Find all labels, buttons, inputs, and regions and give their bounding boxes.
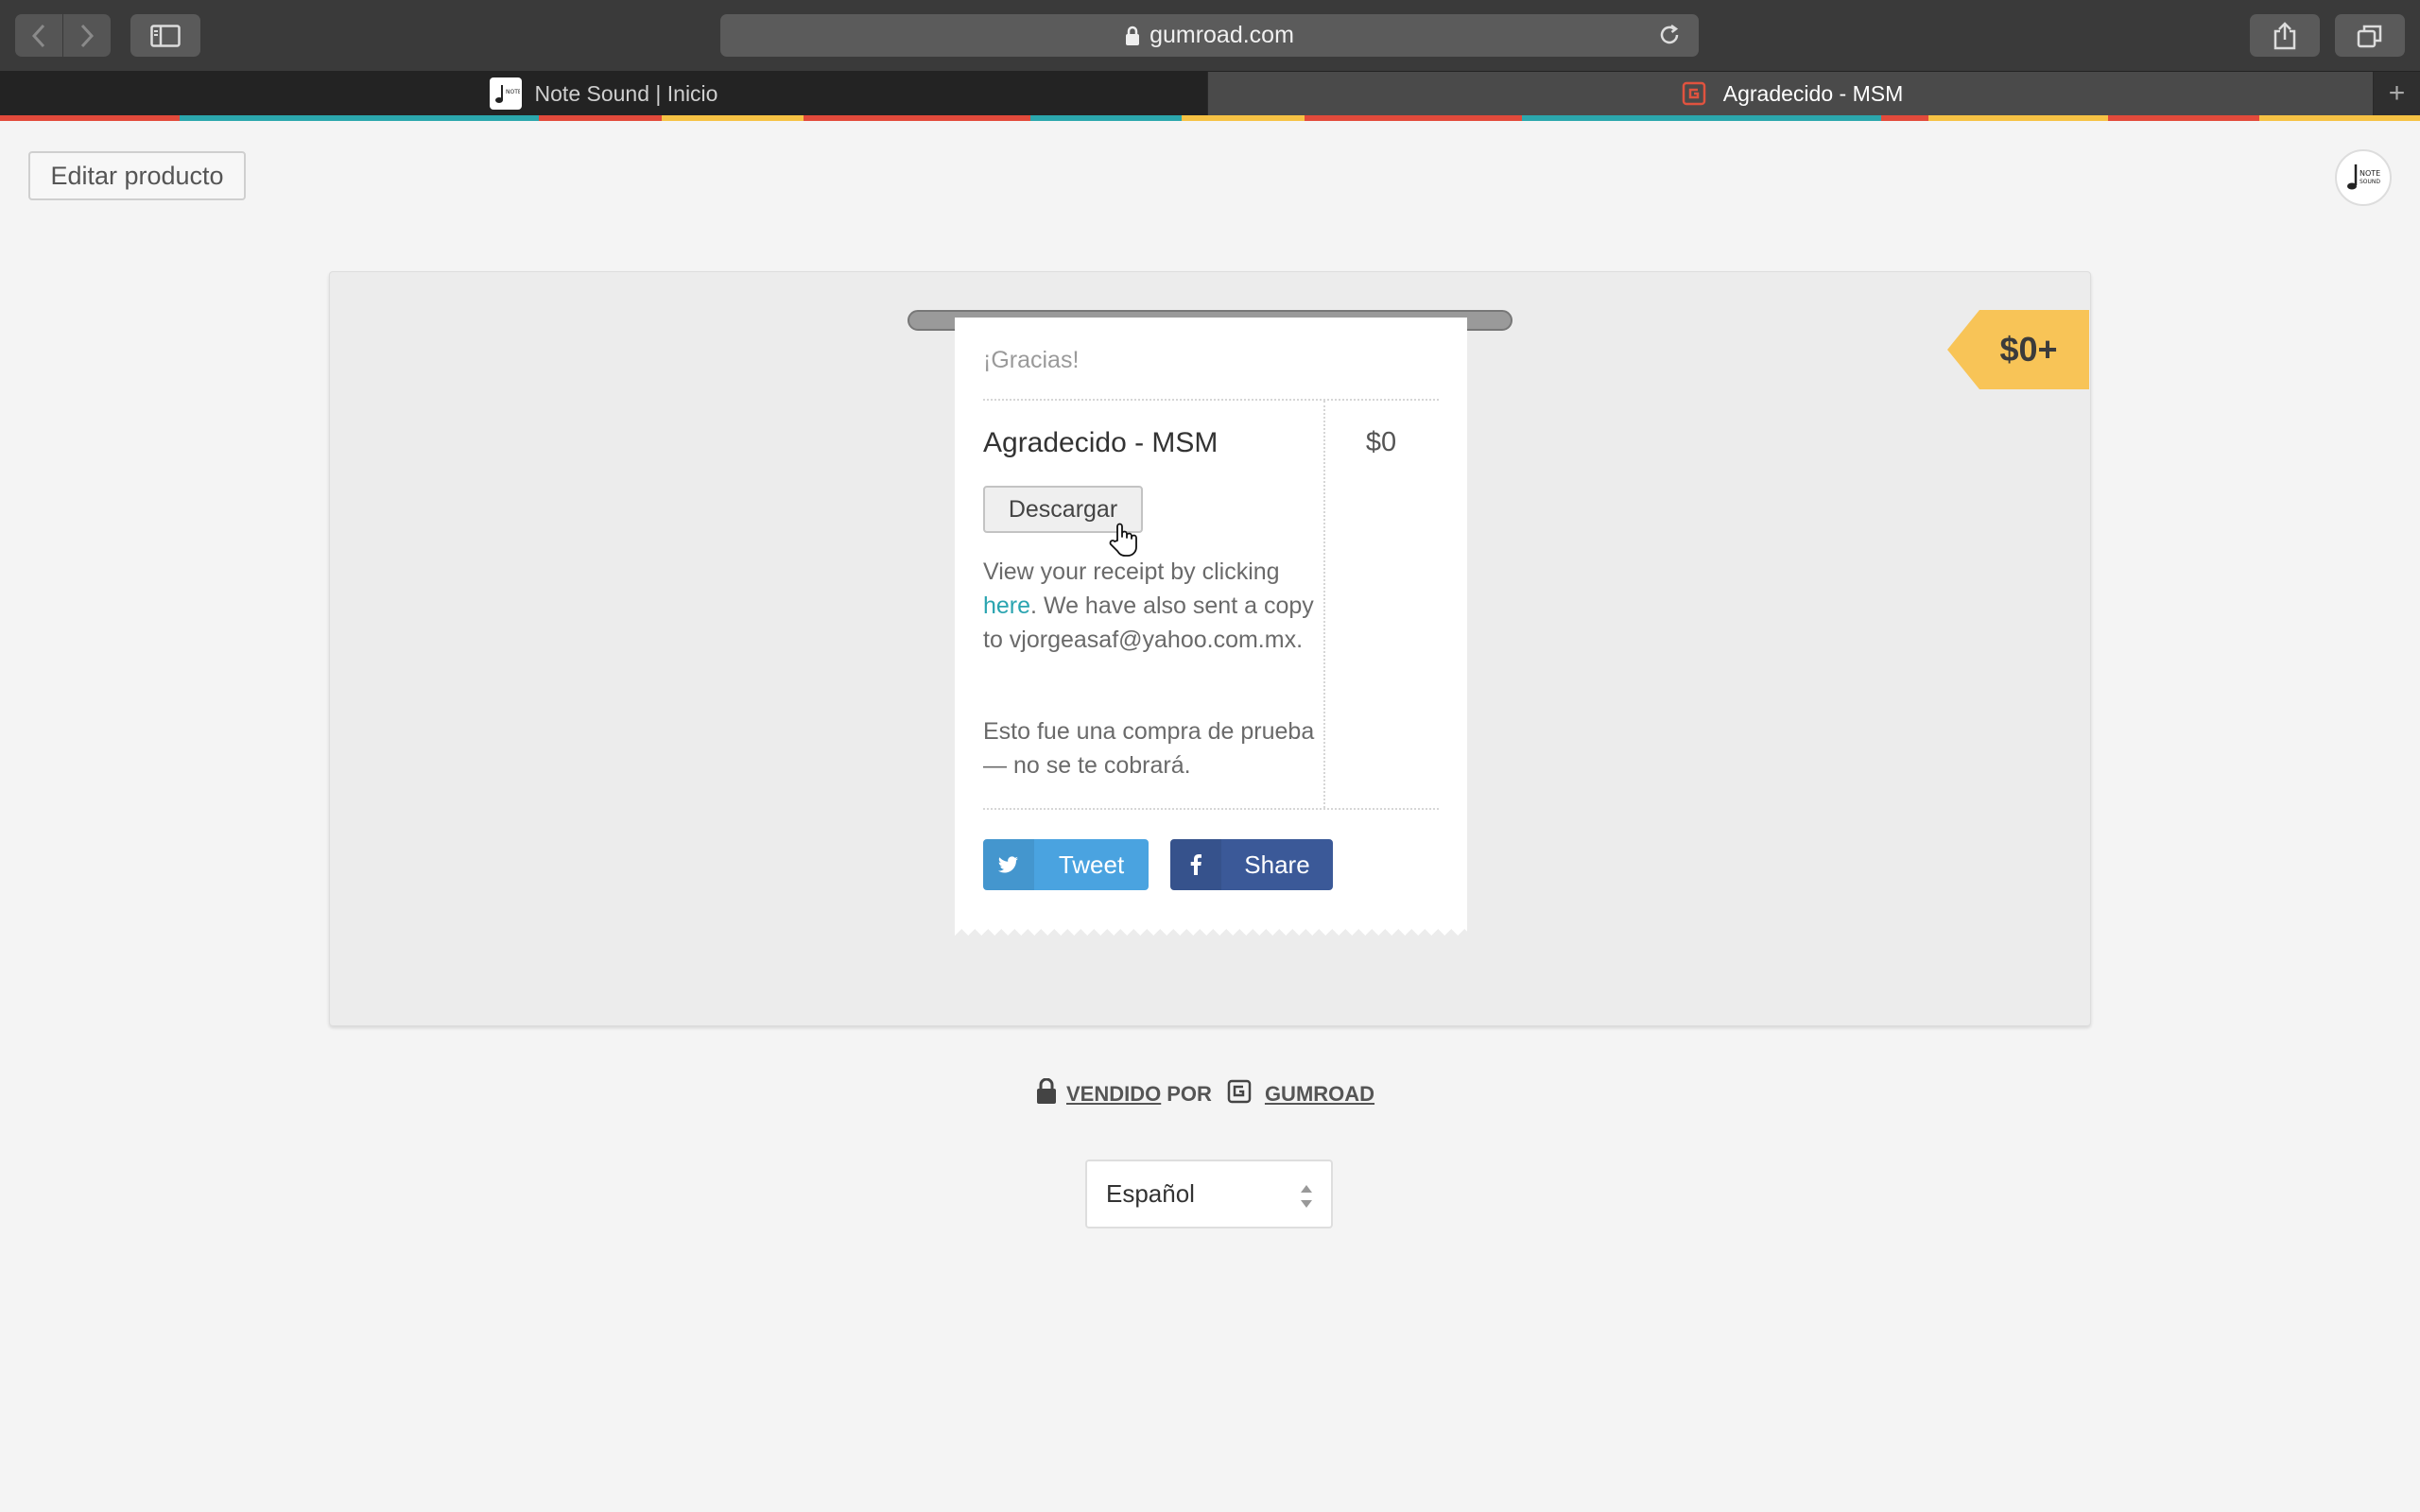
thanks-heading: ¡Gracias! xyxy=(983,347,1080,373)
svg-text:NOTE: NOTE xyxy=(506,89,520,95)
test-purchase-note: Esto fue una compra de prueba — no se te… xyxy=(983,718,1315,779)
divider xyxy=(983,399,1439,401)
svg-text:NOTE: NOTE xyxy=(2360,169,2380,178)
share-icon xyxy=(2273,21,2296,49)
tab-label: Agradecido - MSM xyxy=(1722,80,1904,106)
twitter-icon xyxy=(983,839,1034,890)
facebook-share-button[interactable]: Share xyxy=(1170,839,1333,890)
tab-agradecido[interactable]: Agradecido - MSM xyxy=(1208,72,2373,115)
tab-note-sound[interactable]: NOTE Note Sound | Inicio xyxy=(0,72,1207,115)
language-value: Español xyxy=(1106,1179,1195,1208)
tab-label: Note Sound | Inicio xyxy=(534,80,718,106)
sold-link[interactable]: VENDIDO xyxy=(1066,1082,1161,1107)
back-button[interactable] xyxy=(15,14,62,57)
svg-text:SOUND: SOUND xyxy=(2360,179,2380,185)
divider xyxy=(1323,401,1325,808)
sold-by-gumroad: VENDIDO POR GUMROAD xyxy=(1036,1077,1374,1110)
product-price: $0 xyxy=(1365,427,1397,457)
lock-icon xyxy=(1125,26,1140,46)
note-sound-favicon-icon: NOTE xyxy=(489,77,522,110)
tab-overview-button[interactable] xyxy=(2335,14,2405,57)
tweet-button[interactable]: Tweet xyxy=(983,839,1149,890)
tweet-label: Tweet xyxy=(1058,850,1125,879)
sidebar-icon xyxy=(150,24,181,47)
tab-bar: NOTE Note Sound | Inicio Agradecido - MS… xyxy=(0,72,2420,115)
product-name: Agradecido - MSM xyxy=(983,427,1219,458)
creator-avatar[interactable]: NOTE SOUND xyxy=(2335,149,2392,206)
receipt-torn-edge xyxy=(955,922,1467,936)
share-label: Share xyxy=(1244,850,1310,879)
facebook-icon xyxy=(1170,839,1221,890)
divider xyxy=(983,808,1439,810)
by-text: POR xyxy=(1167,1082,1212,1106)
edit-product-button[interactable]: Editar producto xyxy=(28,151,246,200)
sidebar-toggle-button[interactable] xyxy=(130,14,200,57)
receipt-info-text: View your receipt by clicking here. We h… xyxy=(983,558,1314,653)
forward-button[interactable] xyxy=(63,14,111,57)
navigation-buttons xyxy=(15,14,111,57)
receipt-link[interactable]: here xyxy=(983,593,1030,619)
language-select[interactable]: Español xyxy=(1085,1160,1333,1228)
url-text: gumroad.com xyxy=(1150,22,1294,48)
new-tab-button[interactable]: + xyxy=(2374,72,2420,115)
browser-toolbar: gumroad.com xyxy=(0,0,2420,72)
address-bar[interactable]: gumroad.com xyxy=(720,14,1699,57)
gumroad-favicon-icon xyxy=(1678,77,1710,110)
note-sound-logo-icon: NOTESOUND xyxy=(2347,164,2380,190)
reload-icon[interactable] xyxy=(1657,23,1682,54)
tabs-icon xyxy=(2357,25,2382,47)
decorative-stripe xyxy=(0,115,2420,121)
chevron-right-icon xyxy=(80,24,95,47)
gumroad-logo-icon xyxy=(1227,1079,1252,1109)
gumroad-link[interactable]: GUMROAD xyxy=(1265,1082,1374,1107)
lock-icon xyxy=(1036,1077,1057,1110)
chevron-left-icon xyxy=(31,24,45,47)
select-arrows-icon xyxy=(1299,1182,1314,1217)
share-toolbar-button[interactable] xyxy=(2250,14,2320,57)
